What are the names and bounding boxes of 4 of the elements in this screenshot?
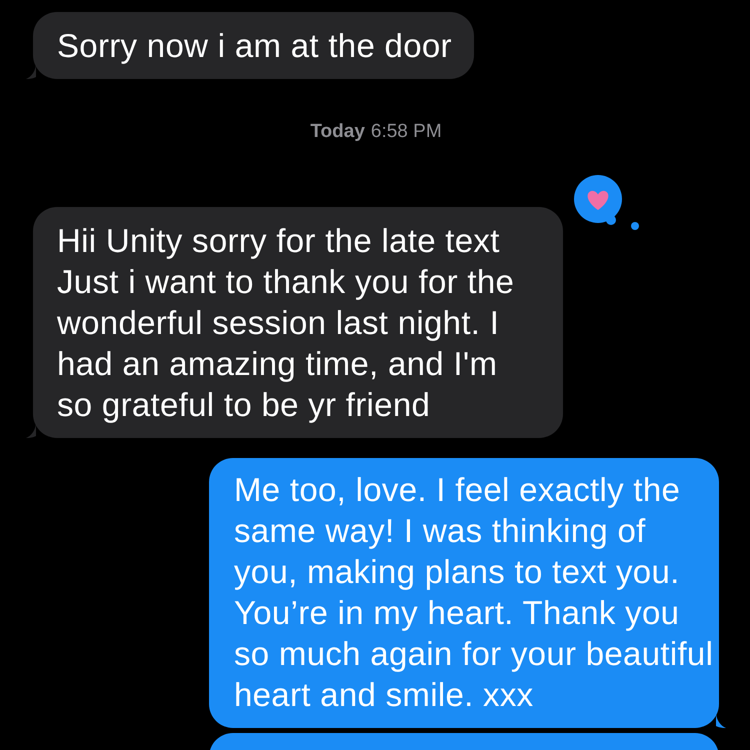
bubble-tail bbox=[26, 65, 36, 79]
bubble-tail bbox=[26, 424, 36, 438]
timestamp: Today 6:58 PM bbox=[310, 121, 442, 143]
bubble-tail bbox=[716, 714, 726, 728]
